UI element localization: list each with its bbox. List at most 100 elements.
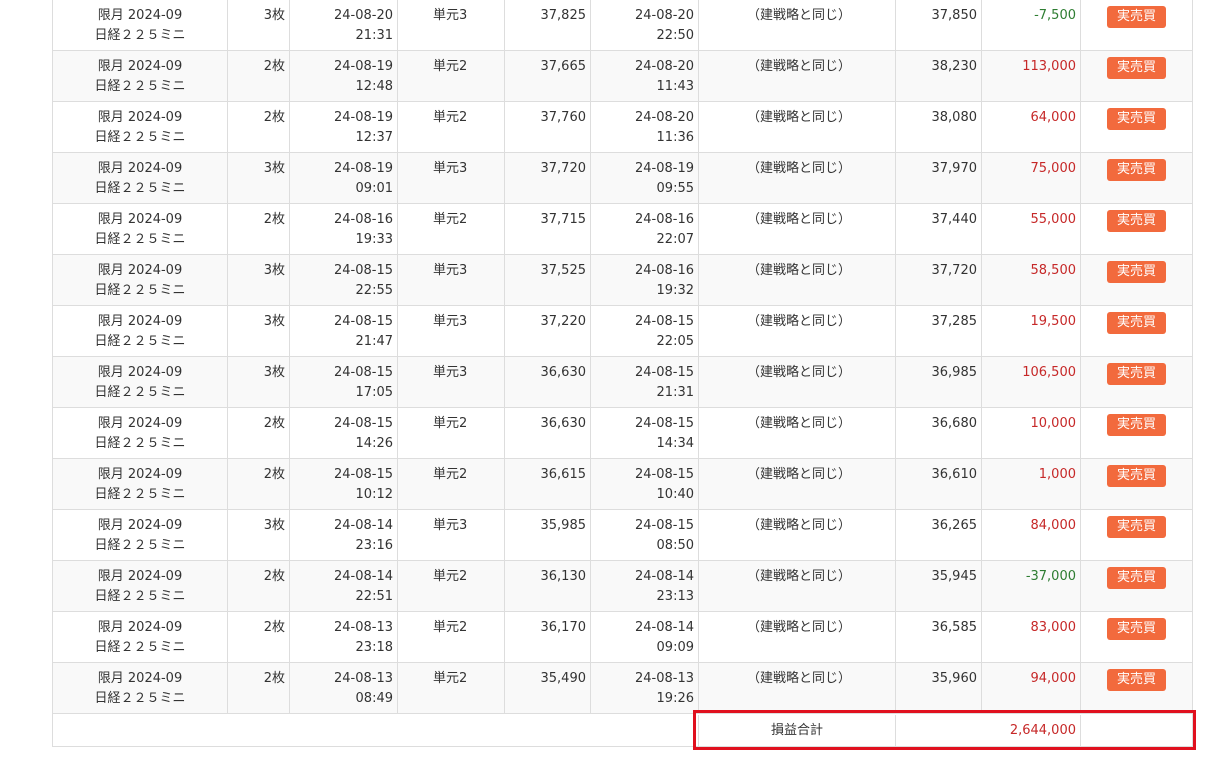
pnl-cell: 75,000 <box>981 153 1080 203</box>
contract-cell: 限月 2024-09 日経２２５ミニ <box>53 663 227 713</box>
exit-cell: 24-08-15 08:50 <box>590 510 698 560</box>
pnl-value: 55,000 <box>1030 212 1077 227</box>
table-row: 限月 2024-09 日経２２５ミニ 3枚 24-08-15 21:47 単元3 37,22… <box>53 306 1192 357</box>
unit-cell: 単元2 <box>397 204 504 254</box>
real-trade-button[interactable]: 実売買 <box>1107 108 1166 130</box>
real-trade-button[interactable]: 実売買 <box>1107 6 1166 28</box>
qty-cell: 3枚 <box>227 357 289 407</box>
quantity: 2枚 <box>263 671 285 686</box>
contract-cell: 限月 2024-09 日経２２５ミニ <box>53 153 227 203</box>
pnl-value: 64,000 <box>1030 110 1077 125</box>
pnl-cell: 1,000 <box>981 459 1080 509</box>
entry-price: 37,825 <box>540 8 587 23</box>
unit: 単元3 <box>433 8 468 23</box>
action-cell: 実売買 <box>1080 612 1192 662</box>
qty-cell: 2枚 <box>227 663 289 713</box>
pnl-value: 94,000 <box>1030 671 1077 686</box>
entry-time: 23:16 <box>355 538 393 553</box>
exit-cell: 24-08-14 23:13 <box>590 561 698 611</box>
real-trade-button[interactable]: 実売買 <box>1107 414 1166 436</box>
trade-history-table: 限月 2024-09 日経２２５ミニ 3枚 24-08-20 21:31 単元3 37,82… <box>52 0 1193 747</box>
quantity: 2枚 <box>263 59 285 74</box>
real-trade-button[interactable]: 実売買 <box>1107 618 1166 640</box>
real-trade-button[interactable]: 実売買 <box>1107 159 1166 181</box>
product-name: 日経２２５ミニ <box>94 385 186 400</box>
exit-price-cell: 38,080 <box>895 102 981 152</box>
real-trade-button[interactable]: 実売買 <box>1107 363 1166 385</box>
contract-month: 限月 2024-09 <box>97 8 183 23</box>
exit-cell: 24-08-13 19:26 <box>590 663 698 713</box>
real-trade-button[interactable]: 実売買 <box>1107 261 1166 283</box>
entry-date: 24-08-15 <box>333 314 393 329</box>
unit-cell: 単元3 <box>397 255 504 305</box>
real-trade-button[interactable]: 実売買 <box>1107 57 1166 79</box>
entry-cell: 24-08-14 22:51 <box>289 561 397 611</box>
exit-date: 24-08-20 <box>634 110 694 125</box>
exit-date: 24-08-13 <box>634 671 694 686</box>
entry-price-cell: 37,760 <box>504 102 590 152</box>
exit-time: 19:32 <box>656 283 694 298</box>
unit: 単元3 <box>433 365 468 380</box>
real-trade-button[interactable]: 実売買 <box>1107 567 1166 589</box>
contract-cell: 限月 2024-09 日経２２５ミニ <box>53 561 227 611</box>
contract-cell: 限月 2024-09 日経２２５ミニ <box>53 102 227 152</box>
table-row: 限月 2024-09 日経２２５ミニ 3枚 24-08-20 21:31 単元3 37,82… <box>53 0 1192 51</box>
real-trade-button[interactable]: 実売買 <box>1107 516 1166 538</box>
contract-cell: 限月 2024-09 日経２２５ミニ <box>53 510 227 560</box>
exit-time: 14:34 <box>656 436 694 451</box>
pnl-value: -37,000 <box>1025 569 1076 584</box>
entry-price: 35,490 <box>540 671 587 686</box>
quantity: 3枚 <box>263 8 285 23</box>
pnl-cell: -37,000 <box>981 561 1080 611</box>
table-row: 限月 2024-09 日経２２５ミニ 2枚 24-08-13 23:18 単元2 36,17… <box>53 612 1192 663</box>
exit-date: 24-08-15 <box>634 518 694 533</box>
qty-cell: 2枚 <box>227 612 289 662</box>
real-trade-button[interactable]: 実売買 <box>1107 465 1166 487</box>
action-cell: 実売買 <box>1080 51 1192 101</box>
real-trade-button[interactable]: 実売買 <box>1107 312 1166 334</box>
qty-cell: 3枚 <box>227 255 289 305</box>
exit-time: 22:05 <box>656 334 694 349</box>
exit-price-cell: 38,230 <box>895 51 981 101</box>
exit-price-cell: 37,440 <box>895 204 981 254</box>
pnl-value: 10,000 <box>1030 416 1077 431</box>
real-trade-button[interactable]: 実売買 <box>1107 210 1166 232</box>
exit-price-cell: 37,850 <box>895 0 981 50</box>
entry-time: 22:55 <box>355 283 393 298</box>
strategy-cell: （建戦略と同じ） <box>698 204 895 254</box>
quantity: 2枚 <box>263 212 285 227</box>
real-trade-button[interactable]: 実売買 <box>1107 669 1166 691</box>
unit: 単元2 <box>433 467 468 482</box>
exit-cell: 24-08-15 21:31 <box>590 357 698 407</box>
product-name: 日経２２５ミニ <box>94 436 186 451</box>
qty-cell: 2枚 <box>227 408 289 458</box>
entry-cell: 24-08-15 10:12 <box>289 459 397 509</box>
contract-cell: 限月 2024-09 日経２２５ミニ <box>53 255 227 305</box>
unit-cell: 単元2 <box>397 612 504 662</box>
table-row: 限月 2024-09 日経２２５ミニ 2枚 24-08-14 22:51 単元2 36,13… <box>53 561 1192 612</box>
strategy-cell: （建戦略と同じ） <box>698 51 895 101</box>
qty-cell: 2枚 <box>227 102 289 152</box>
entry-cell: 24-08-16 19:33 <box>289 204 397 254</box>
contract-cell: 限月 2024-09 日経２２５ミニ <box>53 51 227 101</box>
product-name: 日経２２５ミニ <box>94 28 186 43</box>
highlight-box <box>693 710 1196 750</box>
entry-price: 37,665 <box>540 59 587 74</box>
exit-price: 36,680 <box>931 416 978 431</box>
entry-price-cell: 36,170 <box>504 612 590 662</box>
entry-cell: 24-08-15 14:26 <box>289 408 397 458</box>
unit-cell: 単元2 <box>397 408 504 458</box>
unit-cell: 単元3 <box>397 306 504 356</box>
entry-date: 24-08-15 <box>333 365 393 380</box>
exit-date: 24-08-15 <box>634 314 694 329</box>
entry-price: 37,715 <box>540 212 587 227</box>
contract-month: 限月 2024-09 <box>97 263 183 278</box>
unit: 単元3 <box>433 518 468 533</box>
action-cell: 実売買 <box>1080 102 1192 152</box>
exit-price: 35,960 <box>931 671 978 686</box>
entry-price: 36,630 <box>540 365 587 380</box>
entry-price: 36,130 <box>540 569 587 584</box>
table-row: 限月 2024-09 日経２２５ミニ 3枚 24-08-15 22:55 単元3 37,52… <box>53 255 1192 306</box>
exit-price: 38,080 <box>931 110 978 125</box>
entry-time: 12:37 <box>355 130 393 145</box>
